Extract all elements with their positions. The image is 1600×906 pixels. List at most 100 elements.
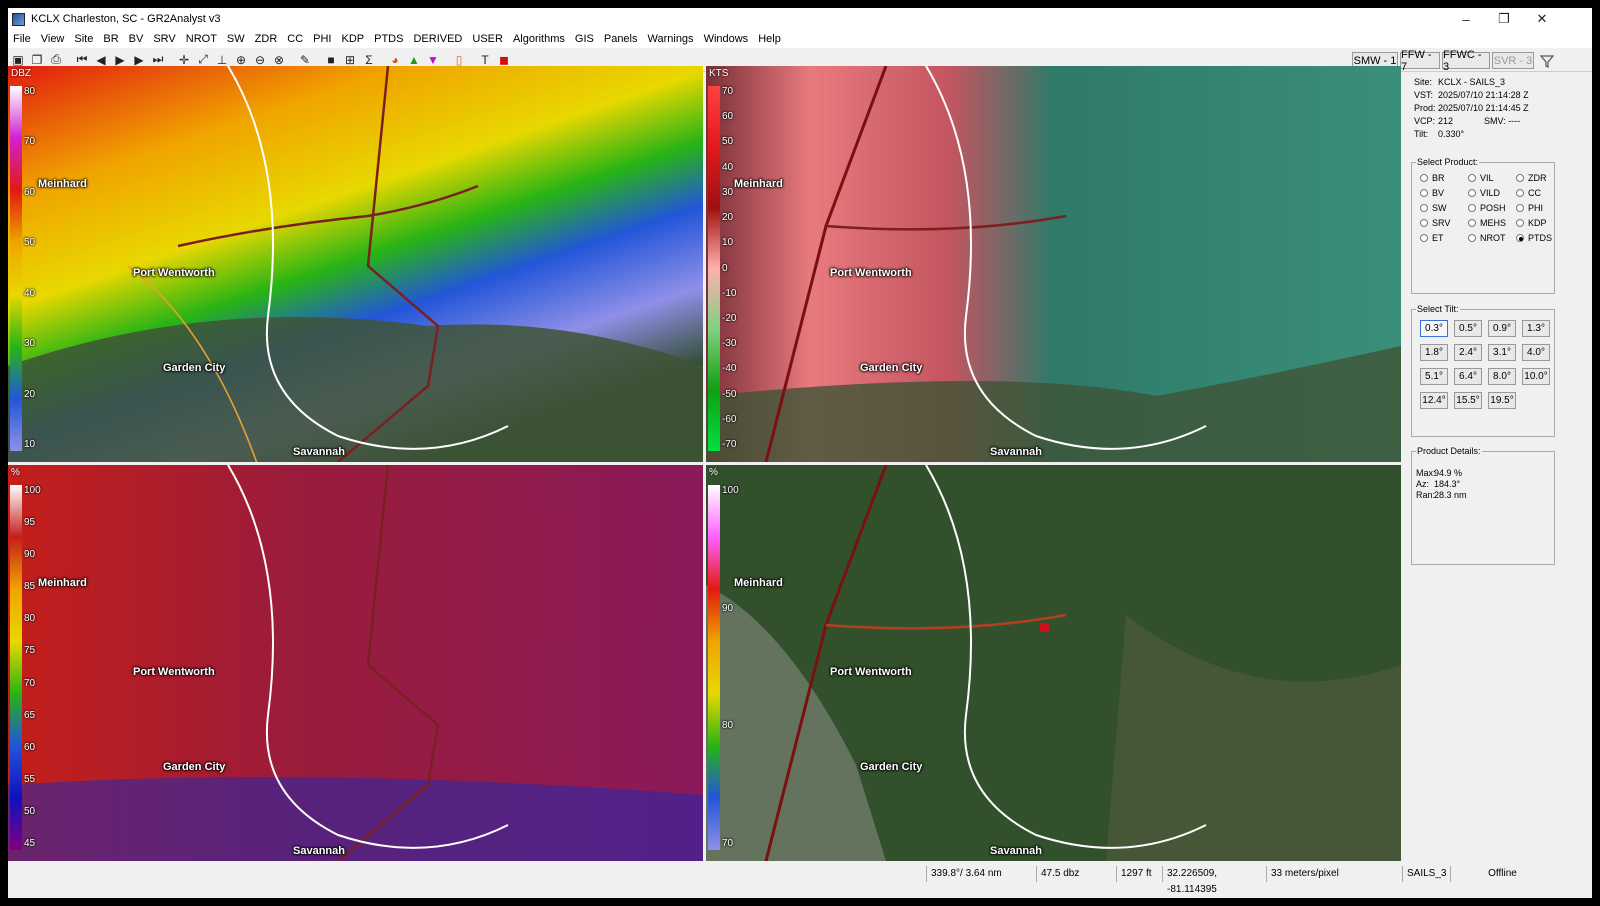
tilt-button[interactable]: 5.1° [1420,368,1448,385]
status-height: 1297 ft [1116,866,1162,882]
colorbar-tick-label: 60 [24,186,36,198]
product-radio-nrot[interactable]: NROT [1468,233,1506,243]
colorbar-tick-label: -40 [722,363,737,375]
svr-warnings-button[interactable]: SVR - 3 [1492,52,1534,69]
menu-warnings[interactable]: Warnings [643,33,699,45]
product-radio-kdp[interactable]: KDP [1516,218,1547,228]
vcp-value: 212 [1438,116,1454,126]
product-radio-srv[interactable]: SRV [1420,218,1450,228]
colorbar-tick-label: 60 [722,111,734,123]
tilt-button[interactable]: 12.4° [1420,392,1448,409]
velocity-radar-image [706,66,1401,462]
colorbar-tick-label: 60 [24,741,36,753]
tilt-button[interactable]: 15.5° [1454,392,1482,409]
product-radio-vil[interactable]: VIL [1468,173,1494,183]
maximize-button[interactable]: ❐ [1486,8,1522,30]
product-details-caption: Product Details: [1416,446,1482,456]
colorbar-tick-label: 40 [24,287,36,299]
menu-algorithms[interactable]: Algorithms [508,33,570,45]
tilt-button[interactable]: 1.8° [1420,344,1448,361]
tilt-button[interactable]: 8.0° [1488,368,1516,385]
tilt-button[interactable]: 0.9° [1488,320,1516,337]
colorbar-tick-label: 0 [722,262,728,274]
colorbar-tick-label: 85 [24,581,36,593]
radio-dot [1420,219,1428,227]
menu-windows[interactable]: Windows [699,33,754,45]
tilt-button[interactable]: 1.3° [1522,320,1550,337]
tilt-button[interactable]: 19.5° [1488,392,1516,409]
product-radio-label: POSH [1480,203,1506,213]
status-value: 47.5 dbz [1036,866,1116,882]
tilt-button[interactable]: 10.0° [1522,368,1550,385]
menu-phi[interactable]: PHI [308,33,336,45]
menu-ptds[interactable]: PTDS [369,33,408,45]
reflectivity-radar-image [8,66,703,462]
product-radio-zdr[interactable]: ZDR [1516,173,1547,183]
tilt-button[interactable]: 2.4° [1454,344,1482,361]
product-radio-label: PHI [1528,203,1544,213]
menu-file[interactable]: File [8,33,36,45]
menu-cc[interactable]: CC [282,33,308,45]
ffw-warnings-button[interactable]: FFW - 7 [1400,49,1440,73]
colorbar-tick-label: 70 [24,677,36,689]
ptds-panel[interactable]: % 100 90 80 70 Meinhard Port Wentworth Garden C… [706,465,1401,861]
product-radio-label: VIL [1480,173,1494,183]
city-label: Savannah [990,845,1042,857]
menu-br[interactable]: BR [98,33,123,45]
minimize-button[interactable]: – [1448,8,1484,30]
tilt-button[interactable]: 6.4° [1454,368,1482,385]
product-radio-sw[interactable]: SW [1420,203,1447,213]
product-radio-label: ET [1432,233,1444,243]
product-radio-et[interactable]: ET [1420,233,1444,243]
product-radio-label: CC [1528,188,1541,198]
ran-value: 28.3 nm [1434,490,1467,500]
colorbar-tick-label: 30 [722,186,734,198]
tilt-button[interactable]: 0.3° [1420,320,1448,337]
product-radio-bv[interactable]: BV [1420,188,1444,198]
smv-value: ---- [1508,116,1521,126]
prod-label: Prod: [1414,103,1436,113]
product-radio-posh[interactable]: POSH [1468,203,1506,213]
product-radio-cc[interactable]: CC [1516,188,1541,198]
colorbar-unit-label: % [709,467,718,478]
colorbar-unit-label: DBZ [11,68,31,79]
menu-gis[interactable]: GIS [570,33,599,45]
tilt-button[interactable]: 0.5° [1454,320,1482,337]
menu-sw[interactable]: SW [222,33,250,45]
city-label: Meinhard [38,577,87,589]
velocity-panel[interactable]: KTS 70 60 50 40 30 20 10 0 -10 -20 -30 -40 -50 -60 -70 M… [706,66,1401,462]
product-radio-label: MEHS [1480,218,1507,228]
menu-zdr[interactable]: ZDR [250,33,283,45]
colorbar-tick-label: -70 [722,439,737,450]
menu-help[interactable]: Help [753,33,786,45]
status-scale: 33 meters/pixel [1266,866,1396,882]
menu-kdp[interactable]: KDP [337,33,370,45]
product-radio-mehs[interactable]: MEHS [1468,218,1506,228]
menu-user[interactable]: USER [467,33,508,45]
filter-icon[interactable] [1538,52,1556,69]
menu-bv[interactable]: BV [124,33,149,45]
city-label: Savannah [293,446,345,458]
application-window: KCLX Charleston, SC - GR2Analyst v3 – ❐ … [8,8,1592,898]
product-radio-br[interactable]: BR [1420,173,1445,183]
menu-site[interactable]: Site [69,33,98,45]
ffwc-warnings-button[interactable]: FFWC - 3 [1442,49,1490,73]
menu-view[interactable]: View [36,33,70,45]
menu-derived[interactable]: DERIVED [408,33,467,45]
reflectivity-panel[interactable]: DBZ 80 70 60 50 40 30 20 10 Meinhard Port Wentwort… [8,66,703,462]
product-radio-vild[interactable]: VILD [1468,188,1500,198]
select-tilt-group: Select Tilt: 0.3° 0.5° 0.9° 1.3° 1.8° 2.4° 3.1… [1411,304,1555,437]
correlation-panel[interactable]: % 100 95 90 85 80 75 70 65 60 55 50 45 Meinhard Port W… [8,465,703,861]
product-radio-label: PTDS [1528,233,1553,243]
tilt-button[interactable]: 3.1° [1488,344,1516,361]
colorbar-tick-label: -10 [722,287,737,299]
product-radio-ptds[interactable]: PTDS [1516,233,1552,243]
menu-srv[interactable]: SRV [148,33,180,45]
select-product-group: Select Product: BR VIL ZDR BV VILD CC SW POSH PH… [1411,157,1555,294]
product-radio-phi[interactable]: PHI [1516,203,1543,213]
menu-nrot[interactable]: NROT [181,33,222,45]
tilt-button[interactable]: 4.0° [1522,344,1550,361]
menu-panels[interactable]: Panels [599,33,643,45]
close-button[interactable]: ✕ [1524,8,1560,30]
product-radio-label: SW [1432,203,1447,213]
